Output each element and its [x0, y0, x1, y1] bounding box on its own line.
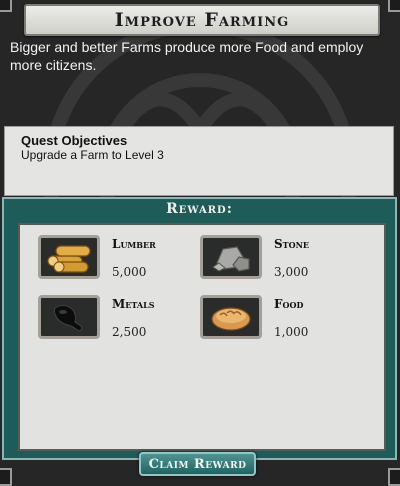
reward-item-quantity: 2,500 [112, 325, 147, 339]
reward-item-quantity: 3,000 [274, 265, 309, 279]
quest-description: Bigger and better Farms produce more Foo… [10, 39, 364, 73]
reward-item-lumber: Lumber 5,000 [38, 235, 208, 291]
reward-panel: Reward: Lumber 5,000 Stone 3,000 Metals … [2, 197, 397, 460]
quest-objectives-panel: Quest Objectives Upgrade a Farm to Level… [4, 126, 394, 196]
frame-corner-top-right [388, 0, 400, 12]
claim-reward-label: Claim Reward [148, 456, 247, 472]
lumber-icon [38, 235, 100, 279]
claim-reward-button[interactable]: Claim Reward [139, 452, 256, 476]
frame-corner-bottom-right [388, 468, 400, 486]
reward-item-name: Food [274, 297, 304, 311]
frame-corner-top-left [0, 0, 12, 12]
stone-icon [200, 235, 262, 279]
reward-title: Reward: [166, 201, 233, 217]
reward-item-stone: Stone 3,000 [200, 235, 370, 291]
reward-item-quantity: 1,000 [274, 325, 309, 339]
quest-title-banner: Improve Farming [24, 4, 380, 36]
reward-item-name: Lumber [112, 237, 156, 251]
reward-item-metals: Metals 2,500 [38, 295, 208, 351]
metals-icon [38, 295, 100, 339]
quest-title: Improve Farming [114, 9, 290, 31]
reward-items-box: Lumber 5,000 Stone 3,000 Metals 2,500 Fo… [18, 223, 386, 451]
reward-item-food: Food 1,000 [200, 295, 370, 351]
reward-item-name: Metals [112, 297, 155, 311]
reward-item-name: Stone [274, 237, 309, 251]
reward-item-quantity: 5,000 [112, 265, 147, 279]
objective-item: Upgrade a Farm to Level 3 [21, 148, 164, 162]
frame-corner-bottom-left [0, 468, 12, 486]
food-icon [200, 295, 262, 339]
objectives-header: Quest Objectives [21, 133, 128, 148]
